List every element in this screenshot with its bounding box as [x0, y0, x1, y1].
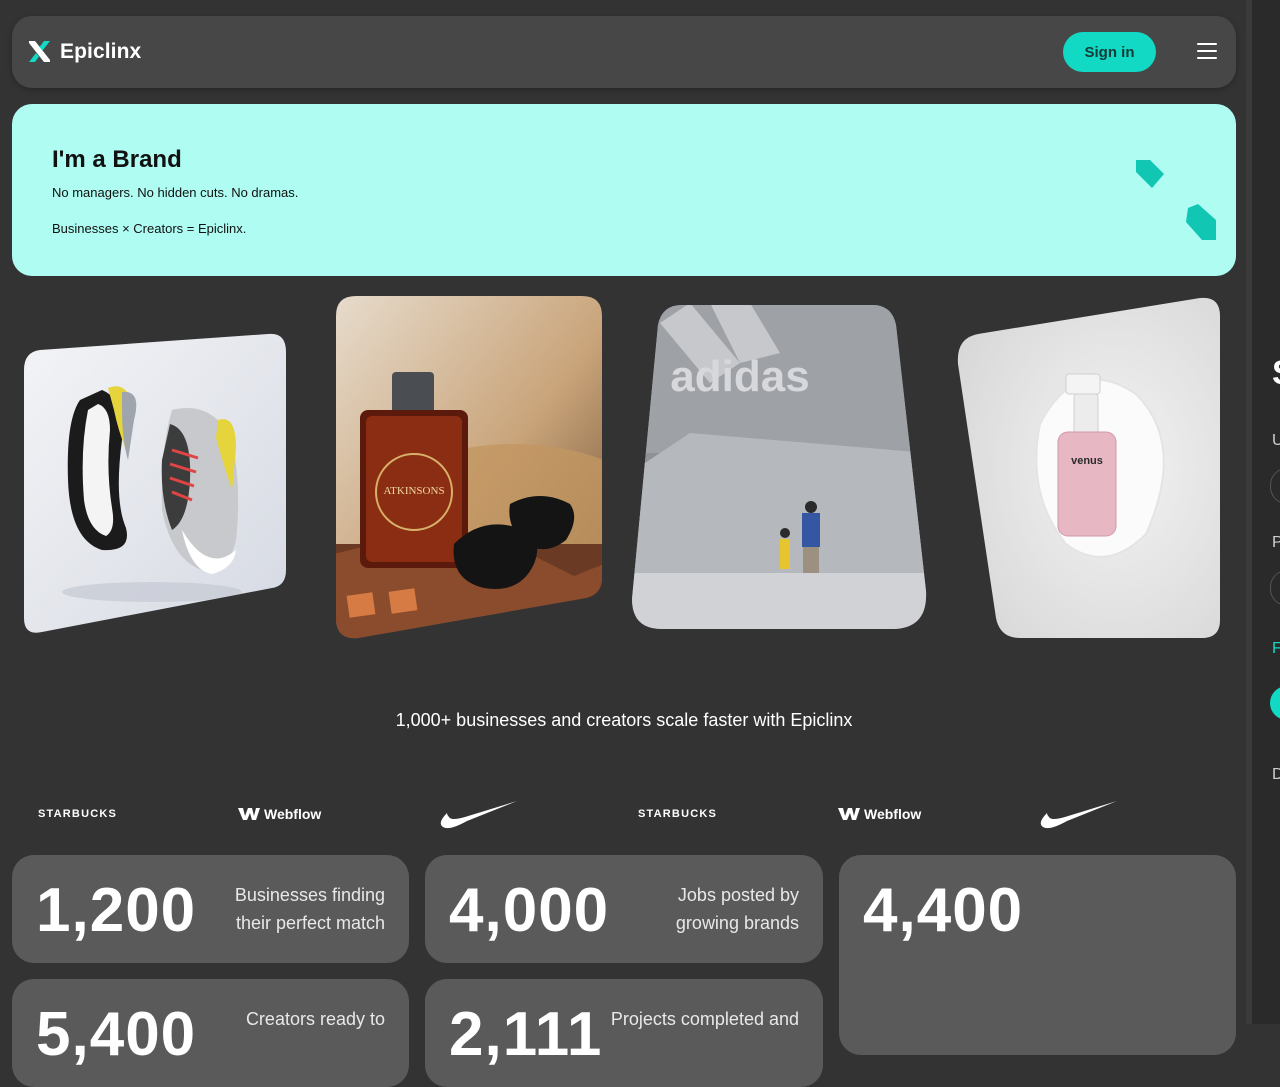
nike-swoosh-icon	[440, 801, 517, 829]
stat-description: Projects completed and	[610, 1009, 799, 1029]
starbucks-logo: STARBUCKS	[638, 808, 718, 820]
panel-heading-fragment: S	[1272, 354, 1280, 393]
top-navbar: Epiclinx Sign in	[12, 16, 1236, 88]
stat-description: Creators ready to	[245, 1009, 385, 1029]
panel-button-fragment[interactable]	[1270, 686, 1280, 720]
svg-text:venus: venus	[1071, 455, 1103, 467]
hamburger-menu-icon[interactable]	[1197, 43, 1217, 61]
nike-swoosh-icon	[1040, 801, 1117, 829]
hero-tagline: Businesses × Creators = Epiclinx.	[52, 221, 247, 236]
stat-description: Businesses finding their perfect match	[234, 885, 385, 933]
social-proof-text: 1,000+ businesses and creators scale fas…	[395, 710, 853, 730]
webflow-logo: Webflow	[838, 806, 921, 822]
stat-card-jobs: 4,000 Jobs posted by growing brands	[425, 855, 823, 963]
webflow-label: Webflow	[864, 806, 922, 822]
hero-banner: I'm a Brand No managers. No hidden cuts.…	[12, 104, 1236, 276]
stat-card-creators: 5,400 Creators ready to	[12, 979, 409, 1087]
stat-card-projects: 2,111 Projects completed and	[425, 979, 823, 1087]
hero-subtitle: No managers. No hidden cuts. No dramas.	[52, 185, 299, 200]
brand-logo[interactable]: Epiclinx	[27, 39, 141, 64]
panel-text-fragment: D	[1272, 766, 1280, 783]
panel-input-fragment[interactable]	[1270, 468, 1280, 504]
stat-number: 4,000	[449, 876, 610, 945]
hero-title: I'm a Brand	[52, 146, 182, 173]
sneakers-card[interactable]	[22, 330, 290, 636]
stat-number: 1,200	[36, 876, 197, 945]
webflow-icon	[238, 808, 260, 820]
side-panel-edge: S U P F D	[1246, 0, 1280, 1024]
perfume-card[interactable]: ATKINSONS	[334, 294, 604, 640]
panel-label-fragment: U	[1272, 432, 1280, 449]
brand-logos-row: STARBUCKS Webflow STARBUCKS Webflow	[0, 795, 1248, 835]
epiclinx-logo-icon	[29, 41, 50, 62]
panel-divider	[1246, 0, 1252, 1024]
stat-number: 4,400	[863, 876, 1024, 945]
stat-card-large: 4,400	[839, 855, 1236, 1055]
starbucks-logo: STARBUCKS	[38, 808, 118, 820]
webflow-logo: Webflow	[238, 806, 321, 822]
svg-text:adidas: adidas	[670, 352, 809, 401]
adidas-card[interactable]: adidas	[630, 303, 928, 631]
tag-shapes-icon	[1136, 160, 1216, 240]
sign-in-button[interactable]: Sign in	[1063, 32, 1156, 72]
webflow-label: Webflow	[264, 806, 322, 822]
panel-link-fragment[interactable]: F	[1272, 640, 1280, 658]
cleanser-card[interactable]: venus	[956, 294, 1222, 640]
brand-name: Epiclinx	[60, 39, 142, 63]
panel-label-fragment: P	[1272, 534, 1280, 551]
panel-input-fragment[interactable]	[1270, 570, 1280, 606]
stat-card-businesses: 1,200 Businesses finding their perfect ma…	[12, 855, 409, 963]
svg-text:ATKINSONS: ATKINSONS	[383, 485, 444, 497]
webflow-icon	[838, 808, 860, 820]
stat-description: Jobs posted by growing brands	[675, 885, 799, 933]
